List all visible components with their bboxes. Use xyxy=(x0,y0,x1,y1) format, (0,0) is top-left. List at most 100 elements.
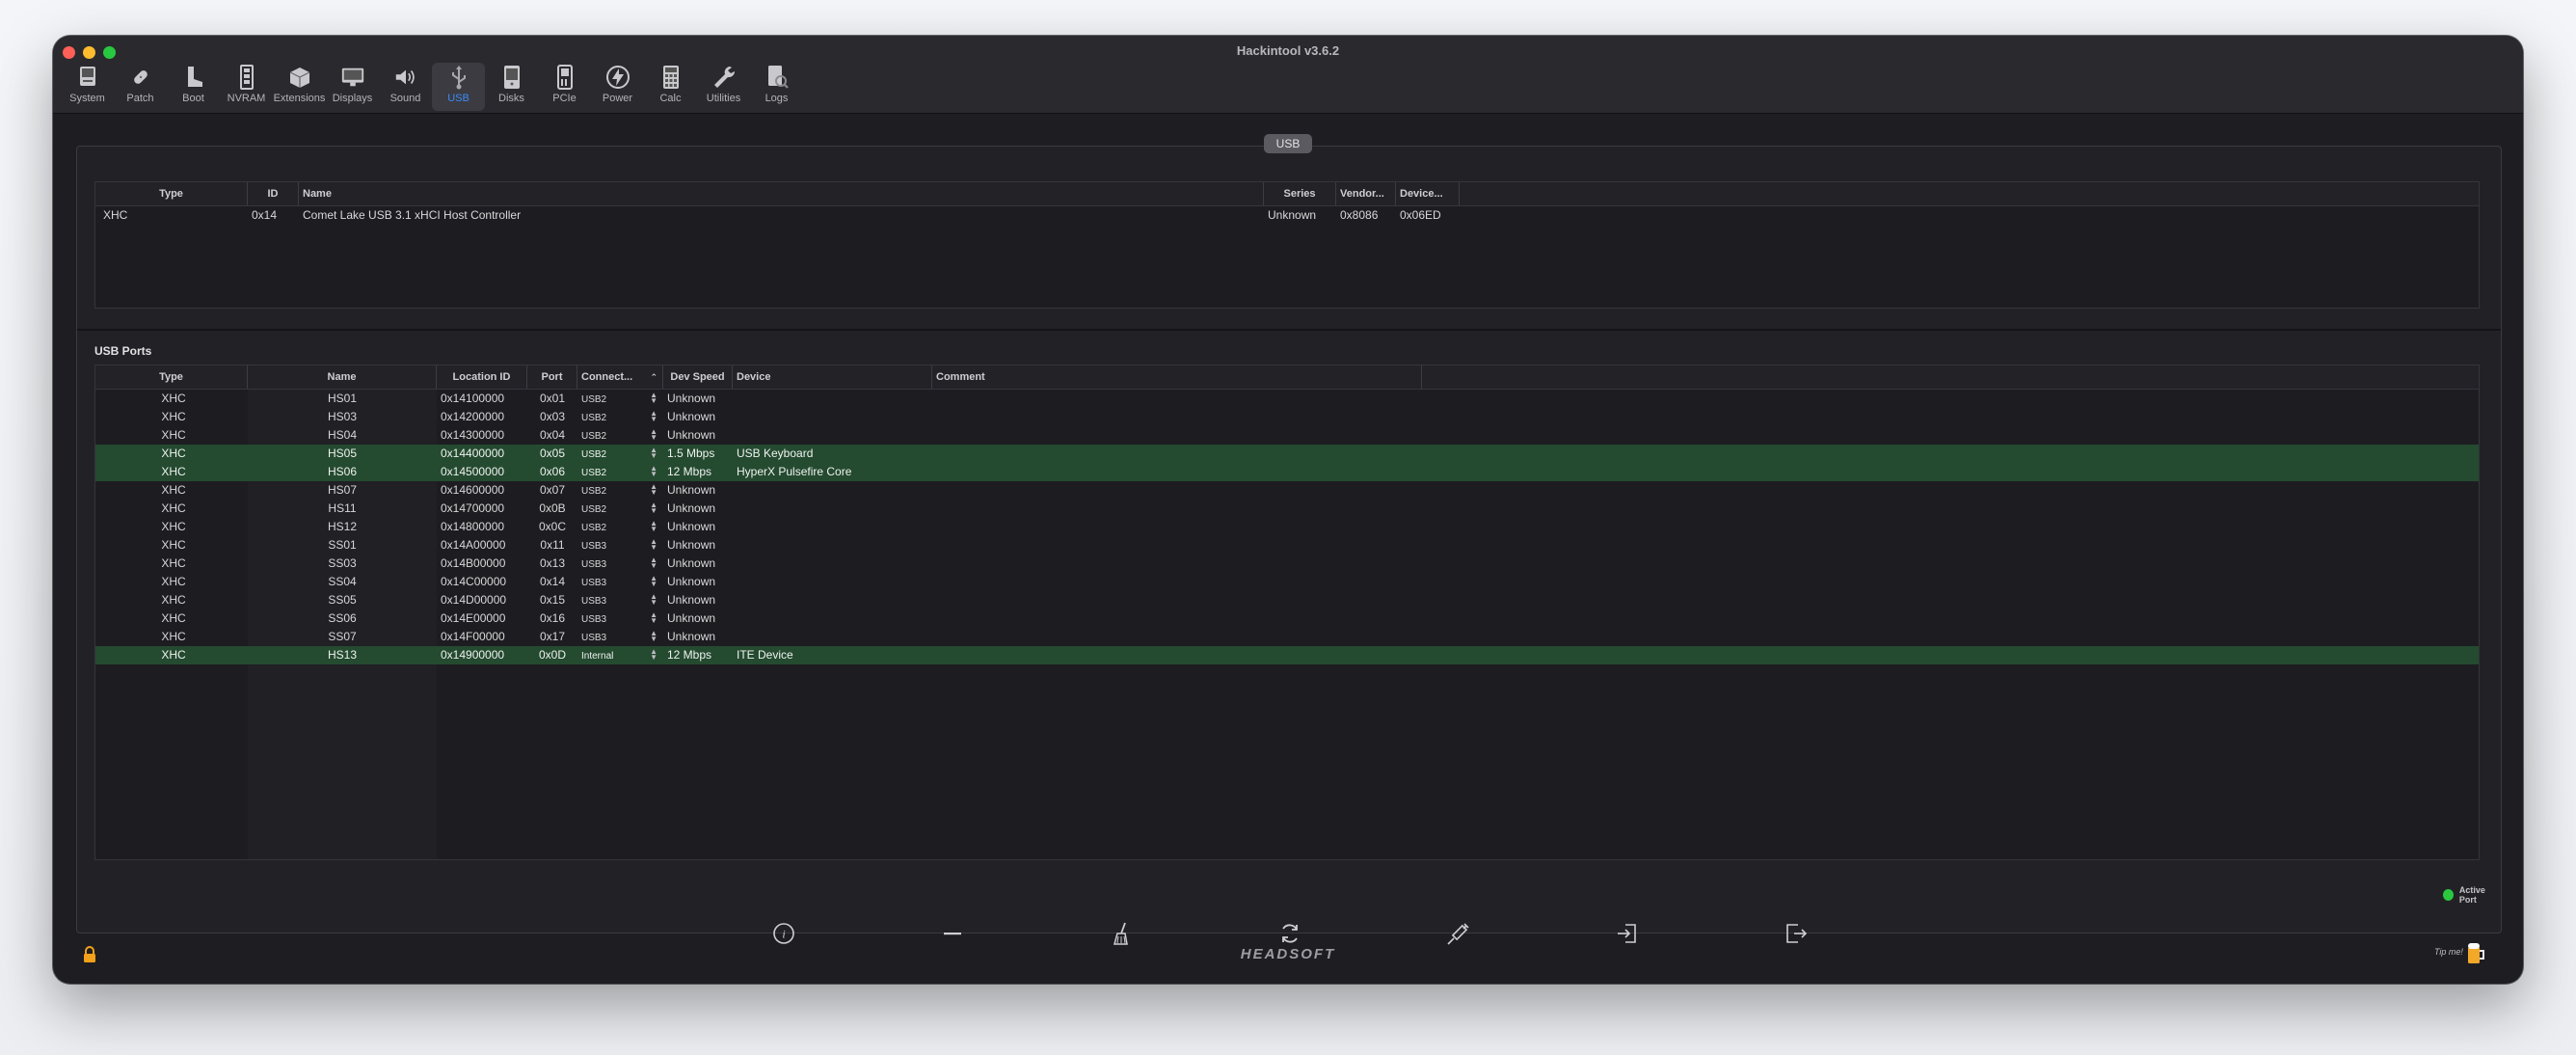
port-comment[interactable] xyxy=(932,500,1422,518)
port-comment[interactable] xyxy=(932,555,1422,573)
port-comment[interactable] xyxy=(932,573,1422,591)
port-row-ss04[interactable]: XHC SS04 0x14C00000 0x14 USB3 ▲ ▼ Unknown xyxy=(95,573,2479,591)
connector-popup-arrows-icon[interactable]: ▲ ▼ xyxy=(650,520,657,533)
port-connector[interactable]: USB3 ▲ ▼ xyxy=(577,573,663,591)
port-row-hs13[interactable]: XHC HS13 0x14900000 0x0D Internal ▲ ▼ 12 Mbps IT… xyxy=(95,646,2479,664)
port-row-hs11[interactable]: XHC HS11 0x14700000 0x0B USB2 ▲ ▼ Unknown xyxy=(95,500,2479,518)
port-comment[interactable] xyxy=(932,426,1422,445)
port-connector[interactable]: USB2 ▲ ▼ xyxy=(577,445,663,463)
toolbar-patch-button[interactable]: Patch xyxy=(114,63,167,111)
column-header-location-id[interactable]: Location ID xyxy=(437,365,527,389)
column-header-connector[interactable]: Connect... ⌃ xyxy=(577,365,663,389)
port-comment[interactable] xyxy=(932,481,1422,500)
port-connector[interactable]: Internal ▲ ▼ xyxy=(577,646,663,664)
controller-name: Comet Lake USB 3.1 xHCI Host Controller xyxy=(303,208,522,222)
port-connector[interactable]: USB2 ▲ ▼ xyxy=(577,390,663,408)
port-connector[interactable]: USB3 ▲ ▼ xyxy=(577,628,663,646)
column-header-name[interactable]: Name xyxy=(299,182,1264,205)
connector-popup-arrows-icon[interactable]: ▲ ▼ xyxy=(650,630,657,643)
connector-popup-arrows-icon[interactable]: ▲ ▼ xyxy=(650,648,657,662)
toolbar-utilities-button[interactable]: Utilities xyxy=(697,63,750,111)
column-header-comment[interactable]: Comment xyxy=(932,365,1422,389)
port-connector[interactable]: USB2 ▲ ▼ xyxy=(577,481,663,500)
column-header-name[interactable]: Name xyxy=(248,365,437,389)
column-header-type[interactable]: Type xyxy=(95,365,248,389)
port-row-hs03[interactable]: XHC HS03 0x14200000 0x03 USB2 ▲ ▼ Unknown xyxy=(95,408,2479,426)
controller-row[interactable]: XHC 0x14 Comet Lake USB 3.1 xHCI Host Co… xyxy=(95,206,2479,225)
connector-popup-arrows-icon[interactable]: ▲ ▼ xyxy=(650,465,657,478)
connector-popup-arrows-icon[interactable]: ▲ ▼ xyxy=(650,501,657,515)
port-connector-text: USB2 xyxy=(581,394,607,405)
port-row-ss06[interactable]: XHC SS06 0x14E00000 0x16 USB3 ▲ ▼ Unknown xyxy=(95,609,2479,628)
connector-popup-arrows-icon[interactable]: ▲ ▼ xyxy=(650,446,657,460)
connector-popup-arrows-icon[interactable]: ▲ ▼ xyxy=(650,410,657,423)
port-connector[interactable]: USB3 ▲ ▼ xyxy=(577,591,663,609)
toolbar-pcie-button[interactable]: PCIe xyxy=(538,63,591,111)
toolbar-sound-button[interactable]: Sound xyxy=(379,63,432,111)
port-row-ss03[interactable]: XHC SS03 0x14B00000 0x13 USB3 ▲ ▼ Unknown xyxy=(95,555,2479,573)
column-header-port[interactable]: Port xyxy=(527,365,577,389)
toolbar-usb-button[interactable]: USB xyxy=(432,63,485,111)
toolbar-logs-button[interactable]: Logs xyxy=(750,63,803,111)
port-device: ITE Device xyxy=(733,646,932,664)
toolbar-boot-button[interactable]: Boot xyxy=(167,63,220,111)
port-comment[interactable] xyxy=(932,463,1422,481)
lock-icon[interactable] xyxy=(82,946,97,963)
column-header-vendor[interactable]: Vendor... xyxy=(1336,182,1396,205)
port-connector[interactable]: USB2 ▲ ▼ xyxy=(577,518,663,536)
port-row-hs12[interactable]: XHC HS12 0x14800000 0x0C USB2 ▲ ▼ Unknown xyxy=(95,518,2479,536)
column-header-device[interactable]: Device... xyxy=(1396,182,1460,205)
column-header-speed[interactable]: Dev Speed xyxy=(663,365,733,389)
port-device xyxy=(733,500,932,518)
port-comment[interactable] xyxy=(932,518,1422,536)
port-port: 0x15 xyxy=(527,591,577,609)
connector-popup-arrows-icon[interactable]: ▲ ▼ xyxy=(650,392,657,405)
connector-popup-arrows-icon[interactable]: ▲ ▼ xyxy=(650,611,657,625)
port-row-ss01[interactable]: XHC SS01 0x14A00000 0x11 USB3 ▲ ▼ Unknown xyxy=(95,536,2479,555)
port-row-ss07[interactable]: XHC SS07 0x14F00000 0x17 USB3 ▲ ▼ Unknown xyxy=(95,628,2479,646)
port-row-hs06[interactable]: XHC HS06 0x14500000 0x06 USB2 ▲ ▼ 12 Mbps HyperX… xyxy=(95,463,2479,481)
port-comment[interactable] xyxy=(932,609,1422,628)
port-row-hs04[interactable]: XHC HS04 0x14300000 0x04 USB2 ▲ ▼ Unknown xyxy=(95,426,2479,445)
port-row-hs07[interactable]: XHC HS07 0x14600000 0x07 USB2 ▲ ▼ Unknown xyxy=(95,481,2479,500)
toolbar-label: Sound xyxy=(389,93,421,104)
column-header-id[interactable]: ID xyxy=(248,182,299,205)
port-connector[interactable]: USB3 ▲ ▼ xyxy=(577,536,663,555)
connector-popup-arrows-icon[interactable]: ▲ ▼ xyxy=(650,428,657,442)
port-connector[interactable]: USB2 ▲ ▼ xyxy=(577,426,663,445)
port-row-ss05[interactable]: XHC SS05 0x14D00000 0x15 USB3 ▲ ▼ Unknown xyxy=(95,591,2479,609)
port-comment[interactable] xyxy=(932,646,1422,664)
column-header-series[interactable]: Series xyxy=(1264,182,1336,205)
port-comment[interactable] xyxy=(932,591,1422,609)
connector-popup-arrows-icon[interactable]: ▲ ▼ xyxy=(650,538,657,552)
port-comment[interactable] xyxy=(932,445,1422,463)
column-header-device[interactable]: Device xyxy=(733,365,932,389)
beer-icon[interactable] xyxy=(2465,940,2486,965)
connector-popup-arrows-icon[interactable]: ▲ ▼ xyxy=(650,556,657,570)
port-connector[interactable]: USB2 ▲ ▼ xyxy=(577,463,663,481)
connector-popup-arrows-icon[interactable]: ▲ ▼ xyxy=(650,575,657,588)
port-comment[interactable] xyxy=(932,536,1422,555)
toolbar-calc-button[interactable]: Calc xyxy=(644,63,697,111)
toolbar-disks-button[interactable]: Disks xyxy=(485,63,538,111)
toolbar-extensions-button[interactable]: Extensions xyxy=(273,63,326,111)
toolbar-system-button[interactable]: System xyxy=(61,63,114,111)
toolbar-power-button[interactable]: Power xyxy=(591,63,644,111)
column-header-type[interactable]: Type xyxy=(95,182,248,205)
connector-popup-arrows-icon[interactable]: ▲ ▼ xyxy=(650,593,657,607)
toolbar-nvram-button[interactable]: NVRAM xyxy=(220,63,273,111)
port-connector[interactable]: USB2 ▲ ▼ xyxy=(577,408,663,426)
port-comment[interactable] xyxy=(932,628,1422,646)
connector-popup-arrows-icon[interactable]: ▲ ▼ xyxy=(650,483,657,497)
port-connector[interactable]: USB2 ▲ ▼ xyxy=(577,500,663,518)
usb-ports-table[interactable]: Type Name Location ID Port Connect... ⌃ D… xyxy=(94,365,2480,860)
port-comment[interactable] xyxy=(932,408,1422,426)
port-comment[interactable] xyxy=(932,390,1422,408)
port-row-hs05[interactable]: XHC HS05 0x14400000 0x05 USB2 ▲ ▼ 1.5 Mbps USB K… xyxy=(95,445,2479,463)
port-name: HS06 xyxy=(248,463,437,481)
controller-table[interactable]: Type ID Name Series Vendor... Device... … xyxy=(94,181,2480,309)
port-row-hs01[interactable]: XHC HS01 0x14100000 0x01 USB2 ▲ ▼ Unknown xyxy=(95,390,2479,408)
port-connector[interactable]: USB3 ▲ ▼ xyxy=(577,555,663,573)
port-connector[interactable]: USB3 ▲ ▼ xyxy=(577,609,663,628)
toolbar-displays-button[interactable]: Displays xyxy=(326,63,379,111)
